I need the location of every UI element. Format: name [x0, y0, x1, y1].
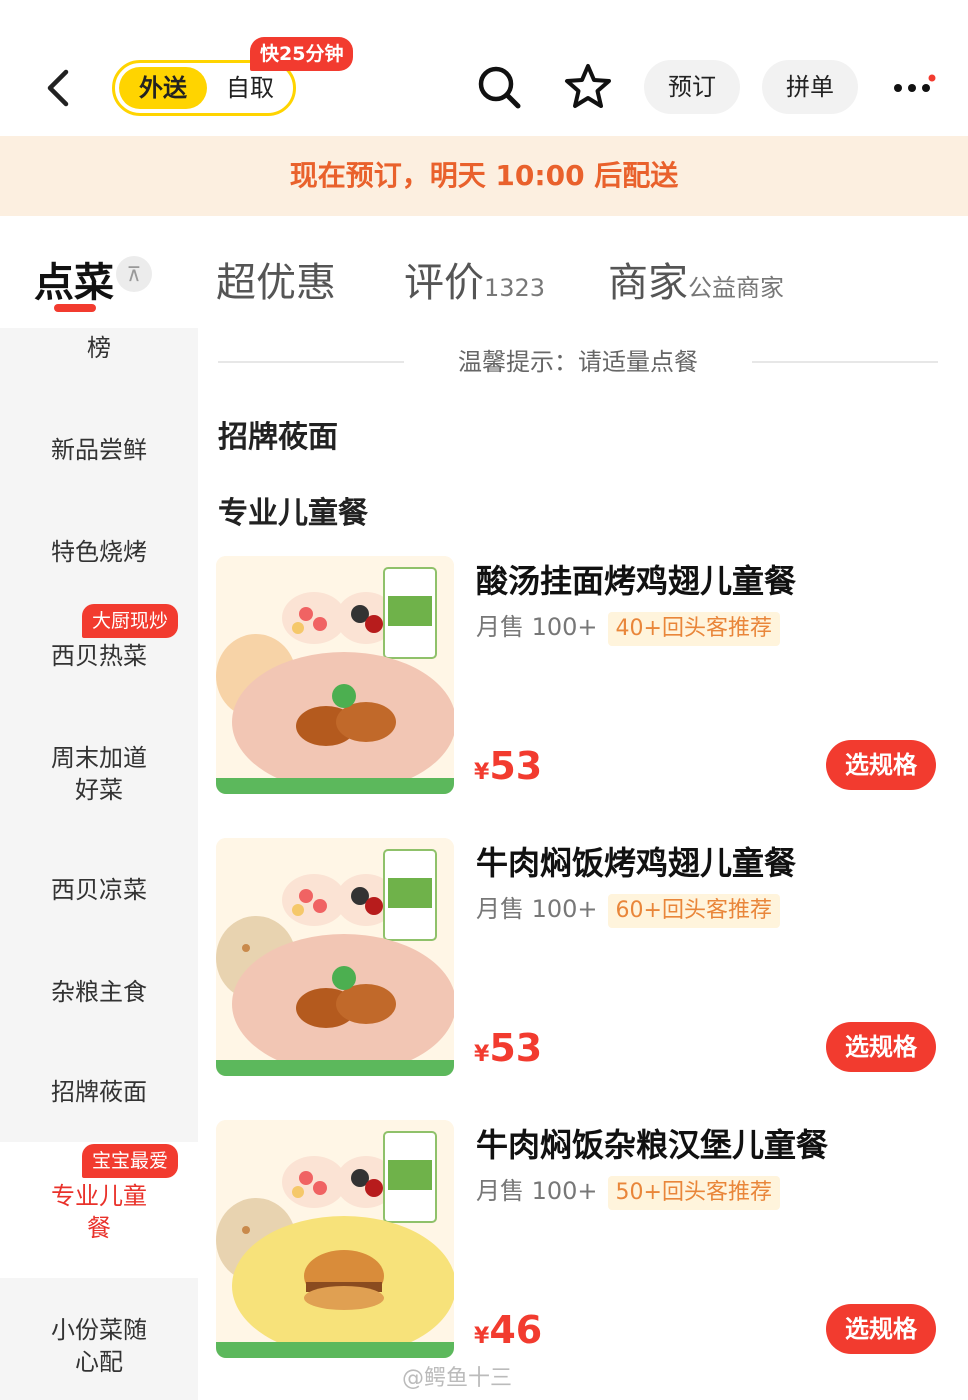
fast-delivery-badge: 快25分钟 — [250, 37, 354, 71]
sidebar-item-hot-dishes[interactable]: 西贝热菜 — [0, 640, 198, 672]
tab-merchant[interactable]: 商家公益商家 — [608, 250, 784, 308]
select-spec-button[interactable]: 选规格 — [826, 740, 936, 790]
reserve-button[interactable]: 预订 — [644, 60, 740, 114]
product-price: ¥53 — [474, 744, 543, 788]
sidebar-item-small-dishes[interactable]: 小份菜随心配 — [0, 1314, 198, 1378]
product-sales: 月售 100+ 60+回头客推荐 — [476, 892, 780, 928]
product-card[interactable]: 酸汤挂面烤鸡翅儿童餐 月售 100+ 40+回头客推荐 ¥53 选规格 — [216, 556, 946, 796]
chef-badge: 大厨现炒 — [82, 604, 179, 638]
sidebar-item-oat-noodles[interactable]: 招牌莜面 — [0, 1076, 198, 1108]
back-arrow-icon[interactable] — [40, 66, 80, 110]
review-count: 1323 — [484, 274, 546, 302]
menu-list: 温馨提示：请适量点餐 招牌莜面 专业儿童餐 酸汤挂面烤鸡翅儿童餐 月售 100+… — [198, 328, 968, 1400]
merchant-tag: 公益商家 — [688, 274, 784, 302]
product-image[interactable] — [216, 838, 454, 1076]
reminder-notice: 温馨提示：请适量点餐 — [218, 342, 938, 382]
baby-favorite-badge: 宝宝最爱 — [82, 1144, 179, 1178]
select-spec-button[interactable]: 选规格 — [826, 1022, 936, 1072]
product-sales: 月售 100+ 40+回头客推荐 — [476, 610, 780, 646]
sidebar-item-bbq[interactable]: 特色烧烤 — [0, 536, 198, 568]
repeat-customer-tag: 50+回头客推荐 — [607, 1176, 780, 1210]
repeat-customer-tag: 40+回头客推荐 — [607, 612, 780, 646]
scroll-top-icon[interactable]: ⊼ — [116, 256, 152, 292]
repeat-customer-tag: 60+回头客推荐 — [607, 894, 780, 928]
sidebar-item-cold-dishes[interactable]: 西贝凉菜 — [0, 874, 198, 906]
product-image[interactable] — [216, 556, 454, 794]
delivery-tab[interactable]: 外送 — [119, 67, 207, 109]
watermark: @鳄鱼十三 — [402, 1366, 513, 1391]
product-sales: 月售 100+ 50+回头客推荐 — [476, 1174, 780, 1210]
sidebar-item-ranking[interactable]: 榜 — [0, 332, 198, 364]
product-price: ¥46 — [474, 1308, 543, 1352]
product-title: 牛肉焖饭烤鸡翅儿童餐 — [476, 844, 797, 882]
tab-deals[interactable]: 超优惠 — [216, 250, 336, 308]
product-card[interactable]: 牛肉焖饭烤鸡翅儿童餐 月售 100+ 60+回头客推荐 ¥53 选规格 — [216, 838, 946, 1078]
more-options-icon[interactable] — [892, 74, 936, 98]
category-sidebar: 榜 新品尝鲜 特色烧烤 大厨现炒 西贝热菜 周末加道好菜 西贝凉菜 杂粮主食 招… — [0, 328, 198, 1400]
preorder-banner: 现在预订，明天 10:00 后配送 — [0, 136, 968, 216]
sidebar-item-weekend[interactable]: 周末加道好菜 — [0, 742, 198, 806]
product-card[interactable]: 牛肉焖饭杂粮汉堡儿童餐 月售 100+ 50+回头客推荐 ¥46 选规格 — [216, 1120, 946, 1360]
product-price: ¥53 — [474, 1026, 543, 1070]
top-bar: 外送 自取 快25分钟 预订 拼单 — [0, 0, 968, 136]
sidebar-item-grains[interactable]: 杂粮主食 — [0, 976, 198, 1008]
tab-order[interactable]: 点菜 — [34, 250, 114, 308]
sidebar-item-new[interactable]: 新品尝鲜 — [0, 434, 198, 466]
active-tab-indicator — [54, 304, 96, 312]
pickup-tab[interactable]: 自取 — [215, 67, 285, 109]
select-spec-button[interactable]: 选规格 — [826, 1304, 936, 1354]
tab-reviews[interactable]: 评价1323 — [404, 250, 545, 308]
store-tabs: 点菜 ⊼ 超优惠 评价1323 商家公益商家 — [0, 216, 968, 328]
reminder-text: 温馨提示：请适量点餐 — [458, 348, 698, 376]
sidebar-item-kids-meal-label: 专业儿童餐 — [51, 1182, 147, 1242]
product-title: 酸汤挂面烤鸡翅儿童餐 — [476, 562, 797, 600]
favorite-star-icon[interactable] — [563, 62, 613, 112]
product-image[interactable] — [216, 1120, 454, 1358]
search-icon[interactable] — [474, 62, 524, 112]
section-title-oat-noodles: 招牌莜面 — [218, 420, 338, 455]
section-title-kids-meal: 专业儿童餐 — [218, 496, 368, 531]
product-title: 牛肉焖饭杂粮汉堡儿童餐 — [476, 1126, 829, 1164]
group-order-button[interactable]: 拼单 — [762, 60, 858, 114]
